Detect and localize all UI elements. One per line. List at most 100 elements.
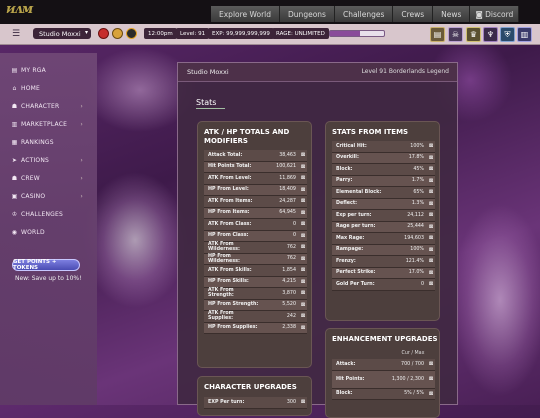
info-icon[interactable]: ⊠ bbox=[299, 233, 307, 239]
info-icon[interactable]: ⊠ bbox=[299, 221, 307, 227]
sidebar-item-home[interactable]: ⌂ HOME bbox=[0, 79, 97, 97]
atk-hp-row: HP From Supplies: 2,338 ⊠ bbox=[204, 322, 307, 334]
sidebar-item-label: CASINO bbox=[21, 192, 46, 200]
info-icon[interactable]: ⊠ bbox=[427, 166, 435, 172]
info-icon[interactable]: ⊠ bbox=[299, 198, 307, 204]
info-icon[interactable]: ⊠ bbox=[427, 201, 435, 207]
rage-badge: RAGE: UNLIMITED bbox=[272, 28, 329, 39]
info-icon[interactable]: ⊠ bbox=[299, 267, 307, 273]
sidebar-item-actions[interactable]: ➤ ACTIONS › bbox=[0, 151, 97, 169]
sidebar-item-marketplace[interactable]: ▥ MARKETPLACE › bbox=[0, 115, 97, 133]
stat-value: 1.3% bbox=[411, 201, 424, 207]
sidebar-item-my-rga[interactable]: ▤ MY RGA bbox=[0, 61, 97, 79]
stat-label: HP From Items: bbox=[208, 210, 250, 216]
character-select[interactable]: Studio Moxxi ▾ bbox=[33, 28, 91, 39]
info-icon[interactable]: ⊠ bbox=[299, 302, 307, 308]
server-time: 12:00pm bbox=[144, 28, 177, 39]
stat-label: Overkill: bbox=[336, 155, 359, 161]
sidebar-item-world[interactable]: ◉ WORLD bbox=[0, 223, 97, 241]
sidebar-item-label: WORLD bbox=[21, 228, 45, 236]
stat-label: HP From Supplies: bbox=[208, 325, 258, 331]
sidebar-item-challenges[interactable]: ♔ CHALLENGES bbox=[0, 205, 97, 223]
item-stat-row: Exp per turn: 24,112 ⊠ bbox=[332, 210, 435, 222]
stat-label: ATK From Class: bbox=[208, 221, 252, 227]
health-orb-icon[interactable] bbox=[98, 28, 109, 39]
info-icon[interactable]: ⊠ bbox=[299, 210, 307, 216]
info-icon[interactable]: ⊠ bbox=[299, 152, 307, 158]
stat-value: 45% bbox=[413, 166, 424, 172]
stat-value: 0 bbox=[292, 221, 296, 227]
info-icon[interactable]: ⊠ bbox=[299, 187, 307, 193]
book-icon[interactable]: ▥ bbox=[517, 27, 532, 42]
info-icon[interactable]: ⊠ bbox=[299, 164, 307, 170]
character-upgrades-title: CHARACTER UPGRADES bbox=[204, 383, 297, 391]
info-icon[interactable]: ⊠ bbox=[299, 256, 307, 262]
nav-challenges[interactable]: Challenges bbox=[334, 6, 394, 22]
info-icon[interactable]: ⊠ bbox=[299, 313, 307, 319]
nav-explore-world[interactable]: Explore World bbox=[211, 6, 281, 22]
info-icon[interactable]: ⊠ bbox=[427, 143, 435, 149]
info-icon[interactable]: ⊠ bbox=[427, 281, 435, 287]
info-icon[interactable]: ⊠ bbox=[299, 244, 307, 250]
section-title: Stats bbox=[196, 98, 217, 107]
item-stat-row: Max Rage: 194,603 ⊠ bbox=[332, 233, 435, 245]
info-icon[interactable]: ⊠ bbox=[427, 178, 435, 184]
info-icon[interactable]: ⊠ bbox=[427, 376, 435, 382]
items-stats-card: STATS FROM ITEMS Critical Hit: 100% ⊠ Overk… bbox=[325, 121, 440, 321]
nav-news[interactable]: News bbox=[433, 6, 471, 22]
info-icon[interactable]: ⊠ bbox=[299, 290, 307, 296]
atk-hp-row: HP From Items: 64,945 ⊠ bbox=[204, 207, 307, 219]
info-icon[interactable]: ⊠ bbox=[427, 258, 435, 264]
stat-value: 17.8% bbox=[408, 155, 424, 161]
trophy-icon[interactable]: ♛ bbox=[466, 27, 481, 42]
get-points-button[interactable]: GET POINTS + TOKENS bbox=[12, 259, 80, 271]
info-icon[interactable]: ⊠ bbox=[427, 391, 435, 397]
info-icon[interactable]: ⊠ bbox=[299, 175, 307, 181]
info-icon[interactable]: ⊠ bbox=[427, 189, 435, 195]
shield-icon[interactable]: ⛨ bbox=[500, 27, 515, 42]
info-icon[interactable]: ⊠ bbox=[299, 325, 307, 331]
info-icon[interactable]: ⊠ bbox=[427, 247, 435, 253]
boost-orb-icon[interactable] bbox=[112, 28, 123, 39]
info-icon[interactable]: ⊠ bbox=[299, 279, 307, 285]
info-icon[interactable]: ⊠ bbox=[427, 361, 435, 367]
item-stat-row: Parry: 1.7% ⊠ bbox=[332, 175, 435, 187]
gold-orb-icon[interactable] bbox=[126, 28, 137, 39]
game-logo[interactable]: ᴎᴧᴍ bbox=[6, 2, 33, 17]
sidebar-item-character[interactable]: ☗ CHARACTER › bbox=[0, 97, 97, 115]
nav-dungeons[interactable]: Dungeons bbox=[280, 6, 335, 22]
sidebar: ▤ MY RGA ⌂ HOME ☗ CHARACTER › ▥ MARKETPLACE › … bbox=[0, 53, 97, 405]
menu-icon[interactable]: ☰ bbox=[12, 29, 20, 39]
sidebar-item-rankings[interactable]: ▦ RANKINGS bbox=[0, 133, 97, 151]
stat-label: ATK From Strength: bbox=[208, 288, 234, 299]
info-icon[interactable]: ⊠ bbox=[427, 224, 435, 230]
actions-icon: ➤ bbox=[11, 156, 18, 164]
atk-hp-row: HP From Skills: 4,215 ⊠ bbox=[204, 276, 307, 288]
scroll-icon[interactable]: ▤ bbox=[430, 27, 445, 42]
panel-title: Studio Moxxi bbox=[187, 68, 229, 76]
stat-label: Elemental Block: bbox=[336, 189, 382, 195]
sidebar-item-casino[interactable]: ▣ CASINO › bbox=[0, 187, 97, 205]
info-icon[interactable]: ⊠ bbox=[427, 155, 435, 161]
status-bar: ☰ Studio Moxxi ▾ 12:00pm Level: 91 EXP: 9… bbox=[0, 24, 540, 45]
stat-label: Attack Total: bbox=[208, 152, 243, 158]
info-icon[interactable]: ⊠ bbox=[427, 270, 435, 276]
chevron-right-icon: › bbox=[80, 120, 83, 128]
user-icon: ☗ bbox=[11, 102, 18, 110]
sidebar-item-crew[interactable]: ☗ CREW › bbox=[0, 169, 97, 187]
info-icon[interactable]: ⊠ bbox=[427, 235, 435, 241]
nav-crews[interactable]: Crews bbox=[393, 6, 434, 22]
atk-hp-title-line-2: MODIFIERS bbox=[204, 137, 248, 145]
stat-label: Deflect: bbox=[336, 201, 358, 207]
demon-icon[interactable]: ♆ bbox=[483, 27, 498, 42]
nav-discord[interactable]: ◙ Discord bbox=[470, 6, 520, 22]
stat-label: ATK From Supplies: bbox=[208, 311, 234, 322]
info-icon[interactable]: ⊠ bbox=[427, 212, 435, 218]
info-icon[interactable]: ⊠ bbox=[299, 399, 307, 405]
exp-badge: EXP: 99,999,999,999 bbox=[208, 28, 274, 39]
skull-icon[interactable]: ☠ bbox=[448, 27, 463, 42]
sidebar-item-label: MARKETPLACE bbox=[21, 120, 68, 128]
nav-discord-label: Discord bbox=[485, 9, 514, 19]
stat-value: 5,520 bbox=[282, 302, 296, 308]
sidebar-item-label: ACTIONS bbox=[21, 156, 50, 164]
